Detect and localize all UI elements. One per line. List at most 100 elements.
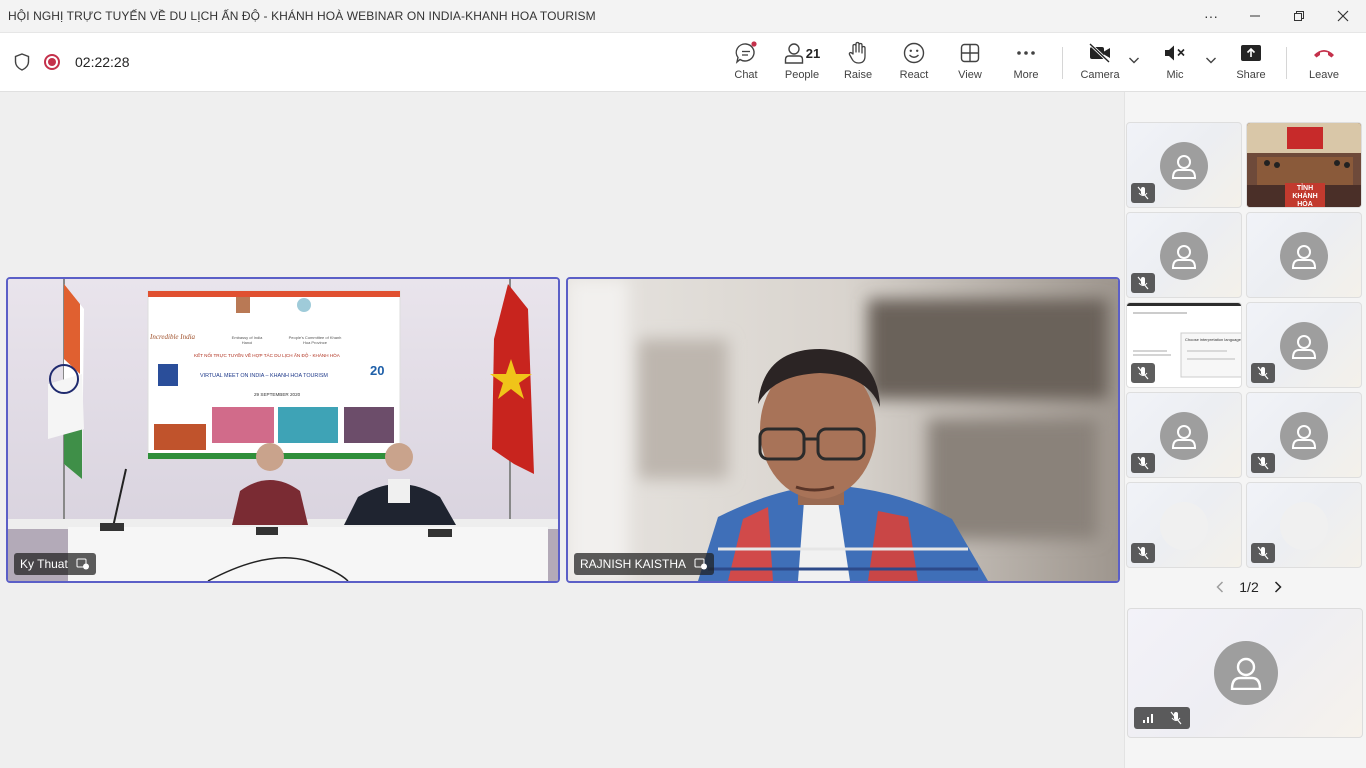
participant-tile[interactable] <box>1246 392 1362 478</box>
chevron-left-icon[interactable] <box>1215 580 1225 594</box>
slide-committee: People's Committee of Khanh Hoa Province <box>288 335 342 345</box>
participant-tile[interactable] <box>1246 482 1362 568</box>
camera-options-chevron-down-icon[interactable] <box>1128 55 1140 65</box>
participant-gallery: TỈNH KHÁNH HÒA Choose interpretation lan… <box>1124 92 1366 768</box>
restore-button[interactable] <box>1276 0 1322 32</box>
self-view-tile[interactable] <box>1127 608 1363 738</box>
participant-tile-khanh-hoa-room[interactable]: TỈNH KHÁNH HÒA <box>1246 122 1362 208</box>
mic-muted-icon <box>1131 543 1155 563</box>
shield-icon[interactable] <box>14 53 30 71</box>
avatar-icon <box>1280 412 1328 460</box>
slide-headline-vi: KẾT NỐI TRỰC TUYẾN VỀ HỢP TÁC DU LỊCH ẤN… <box>194 353 340 358</box>
meeting-toolbar: 02:22:28 Chat 21 People Raise React View <box>0 33 1366 92</box>
camera-label: Camera <box>1080 69 1120 81</box>
share-label: Share <box>1236 69 1266 81</box>
avatar-icon <box>1280 232 1328 280</box>
participant-name-tag: RAJNISH KAISTHA <box>574 553 715 575</box>
avatar-icon <box>1160 232 1208 280</box>
leave-button[interactable]: Leave <box>1309 41 1339 87</box>
people-label: People <box>784 69 820 81</box>
mic-off-icon <box>1163 41 1187 65</box>
participant-tile[interactable] <box>1246 302 1362 388</box>
more-button[interactable]: More <box>1011 41 1041 87</box>
view-button[interactable]: View <box>955 41 985 87</box>
slide-embassy: Embassy of India Hanoi <box>231 335 263 345</box>
mic-muted-icon <box>1251 453 1275 473</box>
slide-headline-en: VIRTUAL MEET ON INDIA – KHANH HOA TOURIS… <box>200 373 328 379</box>
minimize-button[interactable] <box>1232 0 1278 32</box>
people-count: 21 <box>805 45 821 61</box>
leave-icon <box>1312 41 1336 65</box>
raise-hand-button[interactable]: Raise <box>843 41 873 87</box>
avatar-icon <box>1160 502 1208 550</box>
avatar-icon <box>1160 142 1208 190</box>
window-title: HỘI NGHỊ TRỰC TUYẾN VỀ DU LỊCH ẤN ĐỘ - K… <box>8 9 596 23</box>
leave-label: Leave <box>1309 69 1339 81</box>
video-tile-rajnish-kaistha[interactable]: RAJNISH KAISTHA <box>566 277 1120 583</box>
avatar-icon <box>1280 322 1328 370</box>
view-icon <box>960 41 980 65</box>
participant-tile[interactable] <box>1126 212 1242 298</box>
camera-button[interactable]: Camera <box>1080 41 1120 87</box>
participant-tile[interactable] <box>1126 392 1242 478</box>
mic-options-chevron-down-icon[interactable] <box>1205 55 1217 65</box>
people-icon <box>784 43 803 64</box>
view-label: View <box>958 69 982 81</box>
slide-date: 29 SEPTEMBER 2020 <box>254 392 301 397</box>
mic-button[interactable]: Mic <box>1160 41 1190 87</box>
mic-muted-icon <box>1251 363 1275 383</box>
participant-tile[interactable] <box>1246 212 1362 298</box>
mic-muted-icon <box>1170 711 1182 725</box>
participant-name: RAJNISH KAISTHA <box>580 557 687 571</box>
slide-badge: 20 <box>370 363 385 378</box>
close-window-button[interactable] <box>1320 0 1366 32</box>
window-more-button[interactable]: ··· <box>1188 0 1234 32</box>
pin-icon[interactable] <box>76 558 90 570</box>
meeting-stage: Incredible India Embassy of India Hanoi … <box>0 92 1124 768</box>
restore-icon <box>1294 11 1304 21</box>
camera-off-icon <box>1088 41 1112 65</box>
gallery-pager: 1/2 <box>1209 577 1289 597</box>
video-tile-ky-thuat[interactable]: Incredible India Embassy of India Hanoi … <box>6 277 560 583</box>
room-sign: TỈNH KHÁNH HÒA <box>1292 185 1318 208</box>
chat-icon <box>734 41 758 65</box>
react-button[interactable]: React <box>899 41 929 87</box>
shared-screen-heading: Choose interpretation language <box>1185 337 1241 342</box>
participant-tile[interactable] <box>1126 122 1242 208</box>
raise-hand-icon <box>847 41 869 65</box>
speaker-video <box>568 279 1118 581</box>
meeting-timer: 02:22:28 <box>75 54 130 70</box>
mic-muted-icon <box>1131 363 1155 383</box>
close-icon <box>1337 10 1349 22</box>
share-button[interactable]: Share <box>1236 41 1266 87</box>
minimize-icon <box>1250 15 1260 17</box>
more-label: More <box>1013 69 1039 81</box>
more-icon <box>1016 41 1036 65</box>
mic-muted-icon <box>1131 273 1155 293</box>
people-button[interactable]: 21 People <box>780 41 824 87</box>
chat-button[interactable]: Chat <box>731 41 761 87</box>
more-dots-icon: ··· <box>1204 8 1218 24</box>
signal-icon[interactable] <box>1142 712 1154 724</box>
participant-name: Ky Thuat <box>20 557 68 571</box>
conference-room-video <box>8 279 558 581</box>
self-status-bar <box>1134 707 1190 729</box>
share-icon <box>1240 41 1262 65</box>
toolbar-divider <box>1062 47 1063 79</box>
toolbar-divider <box>1286 47 1287 79</box>
page-indicator: 1/2 <box>1239 579 1259 595</box>
avatar-icon <box>1160 412 1208 460</box>
react-label: React <box>899 69 929 81</box>
participant-tile[interactable] <box>1126 482 1242 568</box>
chevron-right-icon[interactable] <box>1273 580 1283 594</box>
mic-muted-icon <box>1251 543 1275 563</box>
window-title-bar: HỘI NGHỊ TRỰC TUYẾN VỀ DU LỊCH ẤN ĐỘ - K… <box>0 0 1366 33</box>
slide-brand: Incredible India <box>150 333 196 341</box>
avatar-icon <box>1280 502 1328 550</box>
mic-muted-icon <box>1131 183 1155 203</box>
participant-name-tag: Ky Thuat <box>14 553 96 575</box>
people-icon-wrap: 21 <box>784 41 820 65</box>
pin-icon[interactable] <box>694 558 708 570</box>
participant-tile-screen-share[interactable]: Choose interpretation language <box>1126 302 1242 388</box>
react-icon <box>903 41 925 65</box>
